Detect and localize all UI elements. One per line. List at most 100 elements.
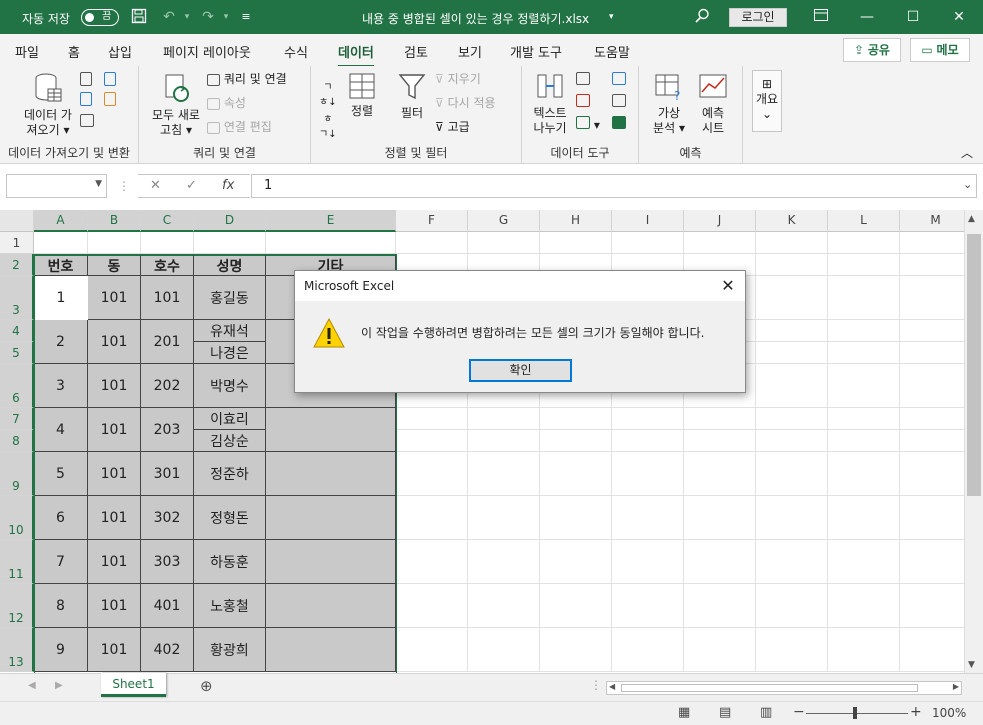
tab-page-layout[interactable]: 페이지 레이아웃 bbox=[163, 42, 251, 61]
sort-button[interactable]: 정렬 bbox=[345, 72, 379, 119]
what-if-button[interactable]: ? 가상 분석 ▾ bbox=[649, 72, 689, 136]
edit-links-button[interactable]: 연결 편집 bbox=[207, 120, 272, 135]
column-header-f[interactable]: F bbox=[396, 210, 468, 232]
cell[interactable] bbox=[828, 408, 900, 430]
cell[interactable] bbox=[684, 540, 756, 584]
table-cell-no[interactable]: 6 bbox=[34, 496, 88, 540]
remove-duplicates-icon[interactable] bbox=[576, 94, 590, 111]
queries-connections-button[interactable]: 쿼리 및 연결 bbox=[207, 72, 287, 87]
clear-filter-button[interactable]: ⊽ 지우기 bbox=[435, 72, 481, 87]
column-header-m[interactable]: M bbox=[900, 210, 972, 232]
cell[interactable] bbox=[828, 276, 900, 320]
table-cell-dong[interactable]: 101 bbox=[88, 540, 141, 584]
cell[interactable] bbox=[900, 452, 972, 496]
cell[interactable] bbox=[141, 232, 194, 254]
text-to-columns-button[interactable]: 텍스트 나누기 bbox=[530, 72, 570, 136]
consolidate-icon[interactable] bbox=[612, 72, 626, 89]
column-header-k[interactable]: K bbox=[756, 210, 828, 232]
cell[interactable] bbox=[540, 430, 612, 452]
cell[interactable] bbox=[540, 232, 612, 254]
from-web-icon[interactable] bbox=[80, 92, 92, 110]
formula-input[interactable]: 1 bbox=[251, 174, 977, 198]
minimize-icon[interactable]: — bbox=[852, 6, 882, 28]
cell[interactable] bbox=[684, 628, 756, 672]
cell[interactable] bbox=[828, 320, 900, 342]
cell[interactable] bbox=[540, 408, 612, 430]
cell[interactable] bbox=[684, 232, 756, 254]
cell[interactable] bbox=[396, 408, 468, 430]
cell[interactable] bbox=[612, 628, 684, 672]
cell[interactable] bbox=[612, 452, 684, 496]
table-cell-name[interactable]: 유재석 bbox=[194, 320, 266, 342]
zoom-slider[interactable] bbox=[806, 713, 908, 714]
cell[interactable] bbox=[828, 342, 900, 364]
cell[interactable] bbox=[684, 452, 756, 496]
cell[interactable] bbox=[828, 496, 900, 540]
cell[interactable] bbox=[266, 232, 396, 254]
select-all-corner[interactable] bbox=[0, 210, 34, 232]
cell[interactable] bbox=[900, 342, 972, 364]
cell[interactable] bbox=[900, 408, 972, 430]
cell[interactable] bbox=[756, 408, 828, 430]
column-header-b[interactable]: B bbox=[88, 210, 141, 232]
table-cell-dong[interactable]: 101 bbox=[88, 584, 141, 628]
tab-review[interactable]: 검토 bbox=[404, 42, 428, 61]
table-cell-dong[interactable]: 101 bbox=[88, 320, 141, 364]
cell[interactable] bbox=[612, 430, 684, 452]
prev-sheet-icon[interactable]: ◀ bbox=[28, 680, 36, 691]
cell[interactable] bbox=[828, 628, 900, 672]
from-text-icon[interactable] bbox=[80, 72, 92, 90]
new-sheet-icon[interactable]: ⊕ bbox=[200, 677, 213, 695]
next-sheet-icon[interactable]: ▶ bbox=[55, 680, 63, 691]
zoom-out-icon[interactable]: − bbox=[793, 704, 805, 720]
row-header-13[interactable]: 13 bbox=[0, 628, 34, 672]
redo-dropdown-icon[interactable]: ▾ bbox=[217, 8, 235, 26]
cell[interactable] bbox=[900, 232, 972, 254]
tab-formulas[interactable]: 수식 bbox=[284, 42, 308, 61]
column-header-l[interactable]: L bbox=[828, 210, 900, 232]
table-cell-no[interactable]: 1 bbox=[34, 276, 88, 320]
column-header-h[interactable]: H bbox=[540, 210, 612, 232]
cell[interactable] bbox=[468, 584, 540, 628]
cell[interactable] bbox=[900, 254, 972, 276]
cell[interactable] bbox=[396, 496, 468, 540]
table-cell-etc[interactable] bbox=[266, 628, 396, 672]
cell[interactable] bbox=[468, 408, 540, 430]
cell[interactable] bbox=[756, 320, 828, 342]
tab-home[interactable]: 홈 bbox=[68, 42, 80, 61]
row-header-2[interactable]: 2 bbox=[0, 254, 34, 276]
cell[interactable] bbox=[684, 496, 756, 540]
table-cell-dong[interactable]: 101 bbox=[88, 276, 141, 320]
collapse-ribbon-icon[interactable]: ︿ bbox=[961, 146, 973, 161]
table-cell-name[interactable]: 박명수 bbox=[194, 364, 266, 408]
reapply-button[interactable]: ⊽ 다시 적용 bbox=[435, 96, 496, 111]
table-header-cell[interactable]: 동 bbox=[88, 254, 141, 276]
row-header-11[interactable]: 11 bbox=[0, 540, 34, 584]
cell[interactable] bbox=[612, 540, 684, 584]
cell[interactable] bbox=[900, 540, 972, 584]
table-cell-name[interactable]: 나경은 bbox=[194, 342, 266, 364]
scroll-thumb[interactable] bbox=[967, 234, 981, 496]
column-header-a[interactable]: A bbox=[34, 210, 88, 232]
scroll-up-icon[interactable]: ▲ bbox=[968, 214, 975, 224]
advanced-filter-button[interactable]: ⊽ 고급 bbox=[435, 120, 470, 135]
outline-button[interactable]: ⊞ 개요 ⌄ bbox=[752, 70, 782, 132]
normal-view-icon[interactable]: ▦ bbox=[678, 705, 690, 720]
cell[interactable] bbox=[396, 628, 468, 672]
table-cell-etc[interactable] bbox=[266, 408, 396, 452]
table-cell-name[interactable]: 정형돈 bbox=[194, 496, 266, 540]
table-cell-name[interactable]: 노홍철 bbox=[194, 584, 266, 628]
table-cell-etc[interactable] bbox=[266, 584, 396, 628]
column-header-i[interactable]: I bbox=[612, 210, 684, 232]
table-cell-ho[interactable]: 101 bbox=[141, 276, 194, 320]
undo-icon[interactable]: ↶ bbox=[160, 8, 178, 26]
tab-developer[interactable]: 개발 도구 bbox=[510, 42, 562, 61]
save-icon[interactable] bbox=[130, 8, 148, 26]
row-header-5[interactable]: 5 bbox=[0, 342, 34, 364]
recent-sources-icon[interactable] bbox=[104, 72, 116, 90]
close-window-icon[interactable]: ✕ bbox=[944, 6, 974, 28]
row-header-12[interactable]: 12 bbox=[0, 584, 34, 628]
column-header-d[interactable]: D bbox=[194, 210, 266, 232]
name-box[interactable]: ▼ bbox=[6, 174, 107, 198]
table-cell-name[interactable]: 이효리 bbox=[194, 408, 266, 430]
